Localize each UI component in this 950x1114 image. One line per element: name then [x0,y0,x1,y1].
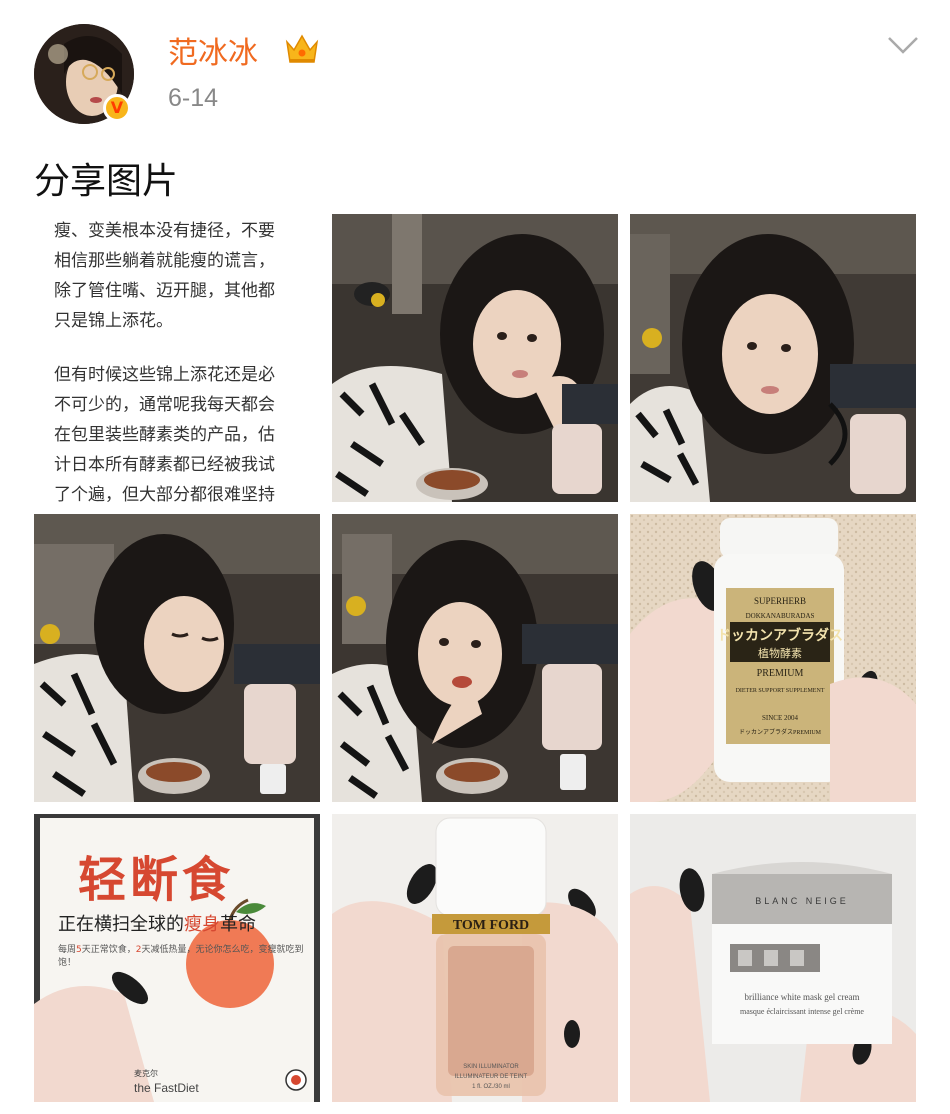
post-title: 分享图片 [34,161,179,202]
eating-photo[interactable] [332,514,618,802]
book-tagline-mid2: 天减低热量， [141,945,196,955]
foundation-brand: TOM FORD [453,918,529,933]
text-line: 计日本所有酵素都已经被我试 [54,455,275,475]
book-author-name: the FastDiet [134,1081,199,1095]
cream-jar-photo[interactable]: BLANC NEIGE brilliance white mask gel cr… [630,814,916,1102]
bottle-grade: PREMIUM [757,668,804,679]
book-author-small: 麦克尔 [134,1069,158,1078]
post-date: 6-14 [168,84,219,112]
text-line: 相信那些躺着就能瘦的谎言， [54,251,275,271]
book-author: 麦克尔 the FastDiet [134,1068,199,1095]
book-cover-photo[interactable]: 轻断食 正在横扫全球的瘦身革命 每周5天正常饮食，2天减低热量，无论你怎么吃，变… [34,814,320,1102]
foundation-line3: 1 fl. OZ./30 ml [472,1084,510,1090]
text-line: 在包里装些酵素类的产品，估 [54,425,275,445]
chevron-down-icon[interactable] [886,34,920,56]
foundation-line1: SKIN ILLUMINATOR [463,1064,519,1070]
supplement-bottle-photo[interactable]: SUPERHERB DOKKANABURADAS ドッカンアブラダス 植物酵素 … [630,514,916,802]
jar-line1: brilliance white mask gel cream [745,992,860,1002]
bottle-since: SINCE 2004 [762,714,798,722]
text-line: 只是锦上添花。 [54,311,173,331]
bottle-name-jp: ドッカンアブラダス [717,627,843,644]
foundation-line2: ILLUMINATEUR DE TEINT [455,1074,528,1080]
bottle-brand: SUPERHERB [754,596,806,606]
bottle-tagline: DIETER SUPPORT SUPPLEMENT [736,688,825,694]
bottle-arc-text: DOKKANABURADAS [746,612,815,620]
selfie-photo[interactable] [630,214,916,502]
image-grid: 瘦、变美根本没有捷径，不要 相信那些躺着就能瘦的谎言， 除了管住嘴、迈开腿，其他… [34,214,918,1102]
book-tagline-pre: 每周 [58,945,77,955]
jar-line2: masque éclaircissant intense gel crème [740,1007,864,1016]
selfie-photo[interactable] [332,214,618,502]
username[interactable]: 范冰冰 [168,28,258,72]
text-line: 了个遍，但大部分都很难坚持 [54,485,275,502]
book-subtitle-pre: 正在横扫全球的 [58,914,184,935]
verified-badge-icon: V [103,94,131,122]
jar-rim-text: BLANC NEIGE [755,896,849,906]
eating-photo[interactable] [34,514,320,802]
book-subtitle-highlight: 瘦身 [184,914,220,935]
bottle-name-cn: 植物酵素 [758,646,802,660]
text-line: 但有时候这些锦上添花还是必 [54,365,275,385]
foundation-bottle-photo[interactable]: TOM FORD SKIN ILLUMINATOR ILLUMINATEUR D… [332,814,618,1102]
text-line: 除了管住嘴、迈开腿，其他都 [54,281,275,301]
text-card-image[interactable]: 瘦、变美根本没有捷径，不要 相信那些躺着就能瘦的谎言， 除了管住嘴、迈开腿，其他… [34,214,320,502]
bottle-bottom-line: ドッカンアブラダスPREMIUM [739,728,822,736]
post-header: V 范冰冰 6-14 [0,0,950,150]
book-subtitle-post: 革命 [220,914,256,935]
book-tagline-mid1: 天正常饮食， [81,945,136,955]
book-subtitle: 正在横扫全球的瘦身革命 [58,910,256,936]
book-title: 轻断食 [78,852,235,908]
crown-icon [285,34,319,63]
text-line: 瘦、变美根本没有捷径，不要 [54,221,275,241]
text-line: 不可少的，通常呢我每天都会 [54,395,275,415]
book-tagline: 每周5天正常饮食，2天减低热量，无论你怎么吃，变瘦就吃到饱！ [58,942,320,968]
